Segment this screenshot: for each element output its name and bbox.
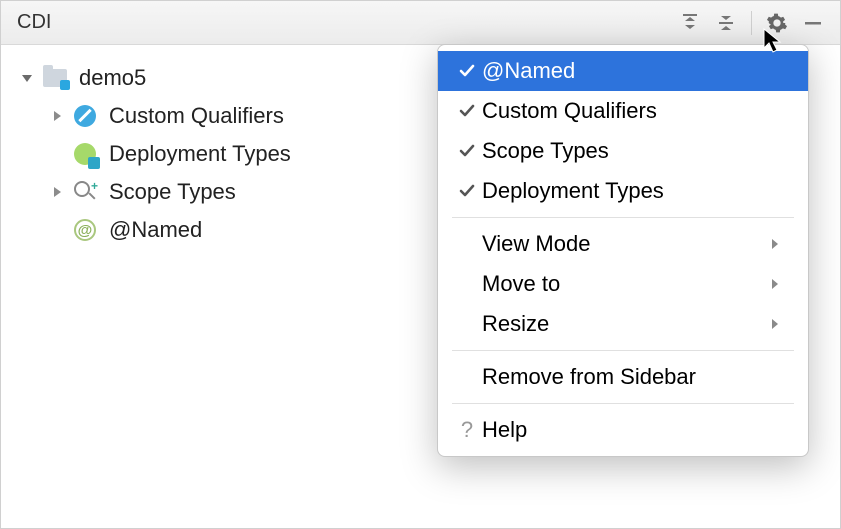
chevron-right-icon (770, 277, 790, 291)
qualifier-icon (71, 102, 99, 130)
menu-remove-from-sidebar[interactable]: Remove from Sidebar (438, 357, 808, 397)
minimize-button[interactable] (796, 6, 830, 40)
chevron-down-icon[interactable] (17, 68, 37, 88)
expand-all-button[interactable] (673, 6, 707, 40)
check-icon (452, 62, 482, 80)
menu-label: Scope Types (482, 138, 790, 164)
menu-toggle-deployment-types[interactable]: Deployment Types (438, 171, 808, 211)
menu-label: Move to (482, 271, 770, 297)
menu-label: Remove from Sidebar (482, 364, 790, 390)
chevron-right-icon (770, 237, 790, 251)
chevron-right-icon[interactable] (47, 182, 67, 202)
chevron-right-icon (770, 317, 790, 331)
menu-label: View Mode (482, 231, 770, 257)
scope-icon: + (71, 178, 99, 206)
menu-toggle-custom-qualifiers[interactable]: Custom Qualifiers (438, 91, 808, 131)
menu-toggle-named[interactable]: @Named (438, 51, 808, 91)
tree-label: demo5 (79, 65, 146, 91)
header-toolbar (673, 6, 830, 40)
menu-separator (452, 350, 794, 351)
menu-label: Help (482, 417, 790, 443)
menu-label: Deployment Types (482, 178, 790, 204)
menu-help[interactable]: ? Help (438, 410, 808, 450)
check-icon (452, 102, 482, 120)
collapse-all-icon (716, 13, 736, 33)
menu-separator (452, 403, 794, 404)
at-icon: @ (71, 216, 99, 244)
tree-label: Deployment Types (109, 141, 291, 167)
panel-title: CDI (17, 11, 673, 34)
menu-move-to[interactable]: Move to (438, 264, 808, 304)
minimize-icon (804, 14, 822, 32)
menu-label: @Named (482, 58, 790, 84)
gear-dropdown-menu: @Named Custom Qualifiers Scope Types Dep… (437, 44, 809, 457)
tree-label: @Named (109, 217, 202, 243)
help-icon: ? (452, 417, 482, 443)
gear-icon (766, 12, 788, 34)
folder-icon (41, 64, 69, 92)
menu-resize[interactable]: Resize (438, 304, 808, 344)
check-icon (452, 142, 482, 160)
menu-toggle-scope-types[interactable]: Scope Types (438, 131, 808, 171)
tree-label: Scope Types (109, 179, 236, 205)
panel-header: CDI (1, 1, 840, 45)
menu-label: Resize (482, 311, 770, 337)
collapse-all-button[interactable] (709, 6, 743, 40)
deployment-icon (71, 140, 99, 168)
gear-button[interactable] (760, 6, 794, 40)
toolbar-separator (751, 11, 752, 35)
menu-separator (452, 217, 794, 218)
chevron-right-icon[interactable] (47, 106, 67, 126)
expand-all-icon (680, 13, 700, 33)
menu-label: Custom Qualifiers (482, 98, 790, 124)
check-icon (452, 182, 482, 200)
tree-label: Custom Qualifiers (109, 103, 284, 129)
menu-view-mode[interactable]: View Mode (438, 224, 808, 264)
